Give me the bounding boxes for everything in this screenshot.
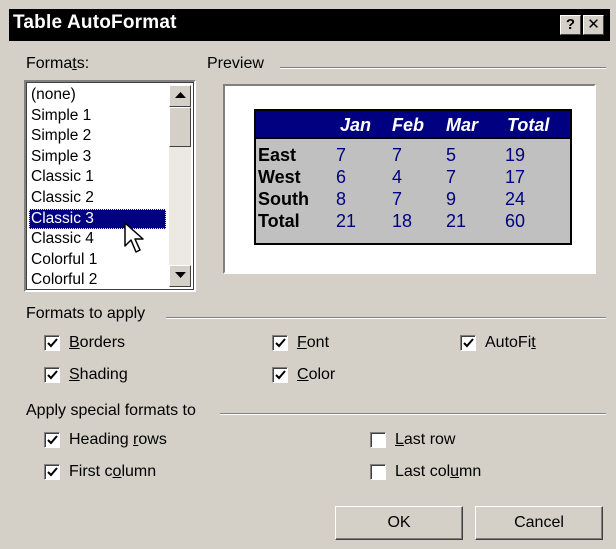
heading-rows-label[interactable]: Heading rows [69, 431, 167, 449]
first-column-checkbox[interactable] [44, 464, 60, 480]
preview-cell: 8 [336, 189, 347, 209]
preview-cell: 21 [446, 211, 467, 231]
preview-header-jan: Jan [340, 115, 372, 135]
preview-header-mar: Mar [446, 115, 479, 135]
autofit-label[interactable]: AutoFit [485, 334, 536, 352]
scroll-down-button[interactable] [169, 265, 191, 287]
help-button[interactable]: ? [560, 15, 581, 35]
shading-checkbox[interactable] [44, 367, 60, 383]
preview-cell: 60 [505, 211, 526, 231]
preview-cell: 4 [392, 167, 403, 187]
formats-list: (none) Simple 1 Simple 2 Simple 3 Classi… [29, 85, 166, 291]
cancel-button[interactable]: Cancel [475, 506, 603, 540]
preview-cell: 7 [446, 167, 457, 187]
last-column-label[interactable]: Last column [395, 463, 481, 481]
list-item[interactable]: Colorful 2 [29, 270, 166, 291]
borders-checkbox[interactable] [44, 335, 60, 351]
checkmark-icon [47, 370, 58, 380]
list-item[interactable]: Classic 1 [29, 167, 166, 188]
last-row-label[interactable]: Last row [395, 431, 455, 449]
preview-table: Jan Feb Mar Total East 7 7 5 19 West 6 4… [254, 109, 572, 245]
last-row-checkbox[interactable] [370, 432, 386, 448]
list-item[interactable]: Classic 2 [29, 188, 166, 209]
checkmark-icon [463, 338, 474, 348]
formats-listbox[interactable]: (none) Simple 1 Simple 2 Simple 3 Classi… [24, 80, 196, 292]
preview-label: Preview [207, 55, 264, 72]
list-item[interactable]: Simple 1 [29, 106, 166, 127]
checkmark-icon [47, 435, 58, 445]
color-label[interactable]: Color [297, 366, 335, 384]
close-button[interactable]: ✕ [583, 15, 604, 35]
preview-cell: 17 [505, 167, 526, 187]
preview-pane: Jan Feb Mar Total East 7 7 5 19 West 6 4… [223, 84, 596, 274]
preview-cell: 19 [505, 145, 526, 165]
formats-label: Formats: [26, 55, 90, 72]
formats-to-apply-label: Formats to apply [26, 305, 146, 322]
window-title: Table AutoFormat [13, 12, 177, 33]
preview-cell: 7 [392, 145, 403, 165]
preview-divider [280, 67, 606, 69]
preview-cell: 5 [446, 145, 457, 165]
autofit-checkbox[interactable] [460, 335, 476, 351]
heading-rows-checkbox[interactable] [44, 432, 60, 448]
preview-row-label: East [258, 145, 297, 165]
arrow-down-icon [175, 272, 186, 278]
formats-to-apply-divider [166, 317, 606, 319]
preview-row-label: Total [258, 211, 300, 231]
checkmark-icon [47, 467, 58, 477]
preview-cell: 7 [392, 189, 403, 209]
close-icon: ✕ [587, 16, 600, 33]
preview-row-label: West [258, 167, 301, 187]
special-formats-divider [220, 413, 606, 415]
preview-row-label: South [258, 189, 309, 209]
preview-header-feb: Feb [392, 115, 425, 135]
list-item[interactable]: Simple 3 [29, 147, 166, 168]
checkmark-icon [275, 338, 286, 348]
last-column-checkbox[interactable] [370, 464, 386, 480]
mouse-pointer-icon [124, 222, 144, 253]
preview-header-total: Total [507, 115, 550, 135]
first-column-label[interactable]: First column [69, 463, 156, 481]
borders-label[interactable]: Borders [69, 334, 125, 352]
table-autoformat-dialog: Table AutoFormat ? ✕ Formats: (none) Sim… [0, 0, 616, 549]
preview-cell: 9 [446, 189, 457, 209]
preview-cell: 7 [336, 145, 347, 165]
list-item[interactable]: Simple 2 [29, 126, 166, 147]
preview-cell: 24 [505, 189, 526, 209]
color-checkbox[interactable] [272, 367, 288, 383]
font-label[interactable]: Font [297, 334, 329, 352]
checkmark-icon [47, 338, 58, 348]
scroll-thumb[interactable] [169, 107, 191, 147]
font-checkbox[interactable] [272, 335, 288, 351]
preview-cell: 21 [336, 211, 357, 231]
list-item[interactable]: (none) [29, 85, 166, 106]
formats-scrollbar[interactable] [169, 85, 191, 287]
shading-label[interactable]: Shading [69, 366, 128, 384]
special-formats-label: Apply special formats to [26, 402, 196, 419]
checkmark-icon [275, 370, 286, 380]
scroll-up-button[interactable] [169, 85, 191, 107]
ok-button[interactable]: OK [335, 506, 463, 540]
preview-cell: 6 [336, 167, 347, 187]
title-bar[interactable]: Table AutoFormat ? ✕ [9, 9, 610, 41]
preview-cell: 18 [392, 211, 413, 231]
arrow-up-icon [175, 92, 186, 98]
